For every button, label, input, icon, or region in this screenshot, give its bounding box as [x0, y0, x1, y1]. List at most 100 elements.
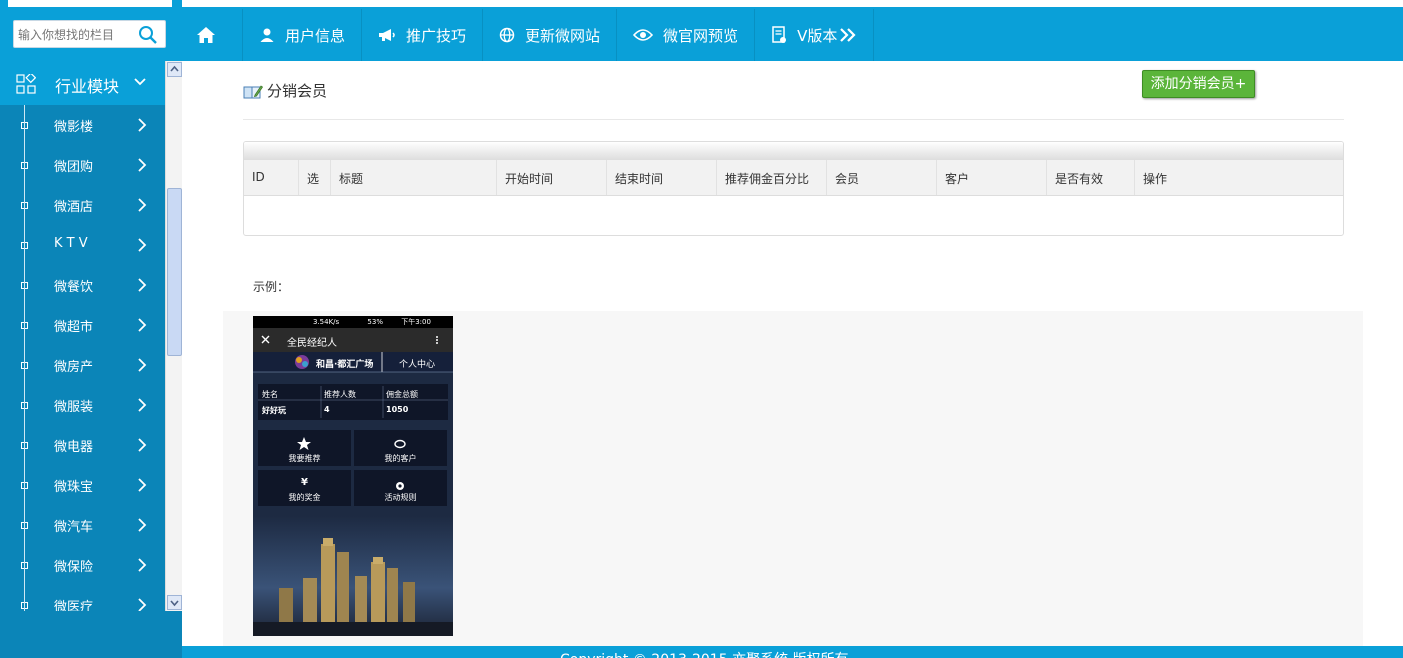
phone-th-referrals: 推荐人数 — [324, 390, 356, 399]
sidebar-bottom — [0, 611, 182, 658]
yen-icon: ¥ — [301, 477, 308, 488]
top-navbar: 用户信息 推广技巧 更新微网站 微官网预览 V版本 — [0, 9, 1403, 61]
scroll-thumb[interactable] — [167, 188, 182, 356]
col-start-time: 开始时间 — [497, 160, 607, 195]
phone-brand: 和昌·都汇广场 — [316, 360, 374, 370]
col-end-time: 结束时间 — [607, 160, 717, 195]
nav-user-info-label: 用户信息 — [285, 26, 346, 45]
sidebar-item-label: 微房产 — [54, 360, 94, 375]
eye-icon — [633, 29, 654, 41]
phone-th-commission: 佣金总额 — [386, 390, 418, 399]
footer: Copyright © 2013-2015 亦聚系统 版权所有 — [182, 646, 1403, 658]
sidebar-tree-line — [24, 105, 25, 611]
double-chevron-right-icon — [840, 28, 856, 42]
chevron-down-icon — [134, 78, 146, 86]
chevron-right-icon — [138, 318, 147, 332]
phone-btn-rules: 活动规则 — [384, 493, 417, 502]
chevron-right-icon — [138, 238, 147, 252]
phone-personal-center: 个人中心 — [399, 360, 436, 370]
top-strip-right — [182, 0, 1403, 7]
sidebar-item-label: 微汽车 — [54, 520, 94, 535]
sidebar-item-label: 微影楼 — [54, 120, 94, 135]
page-title-text: 分销会员 — [267, 82, 328, 100]
phone-td-name: 好好玩 — [262, 406, 286, 415]
phone-network-speed: 3.54K/s — [313, 318, 340, 326]
main-nav: 用户信息 推广技巧 更新微网站 微官网预览 V版本 — [182, 9, 875, 61]
phone-th-name: 姓名 — [262, 390, 278, 399]
phone-title: 全民经纪人 — [287, 338, 337, 349]
nav-user-info[interactable]: 用户信息 — [243, 9, 363, 61]
sidebar-scrollbar[interactable] — [165, 61, 182, 611]
sidebar: 行业模块 微影楼 微团购 微酒店 K T V 微餐饮 微超市 微房产 微服装 微… — [0, 61, 182, 658]
user-icon — [260, 28, 274, 42]
chevron-right-icon — [138, 198, 147, 212]
phone-btn-recommend: 我要推荐 — [288, 454, 321, 463]
triangle-up-icon — [170, 65, 179, 72]
main-content: 分销会员 添加分销会员+ ID 选 标题 开始时间 结束时间 推荐佣金百分比 会… — [182, 61, 1403, 646]
phone-status-bar: 3.54K/s 53% 下午3:00 — [313, 317, 431, 327]
scroll-down-button[interactable] — [167, 595, 182, 610]
phone-btn-customers: 我的客户 — [384, 454, 417, 463]
nav-preview-label: 微官网预览 — [663, 26, 739, 45]
search-box — [13, 20, 166, 48]
col-valid: 是否有效 — [1047, 160, 1135, 195]
sidebar-item-label: 微保险 — [54, 560, 94, 575]
globe-icon — [499, 27, 515, 43]
triangle-down-icon — [170, 600, 179, 607]
chevron-right-icon — [138, 158, 147, 172]
col-select: 选 — [299, 160, 331, 195]
col-title: 标题 — [331, 160, 497, 195]
search-input[interactable] — [18, 26, 138, 44]
nav-update-site[interactable]: 更新微网站 — [483, 9, 618, 61]
divider — [243, 119, 1344, 120]
table-toolbar — [244, 142, 1343, 160]
chevron-right-icon — [138, 438, 147, 452]
table-header-row: ID 选 标题 开始时间 结束时间 推荐佣金百分比 会员 客户 是否有效 操作 — [244, 160, 1343, 196]
chevron-right-icon — [138, 598, 147, 611]
col-id: ID — [244, 160, 299, 195]
col-actions: 操作 — [1143, 172, 1168, 186]
sidebar-item-label: 微珠宝 — [54, 480, 94, 495]
top-strip-left — [8, 0, 172, 7]
example-label: 示例： — [253, 280, 290, 294]
content-panel: 分销会员 添加分销会员+ ID 选 标题 开始时间 结束时间 推荐佣金百分比 会… — [223, 61, 1363, 646]
col-commission-percent: 推荐佣金百分比 — [717, 160, 827, 195]
nav-preview[interactable]: 微官网预览 — [617, 9, 756, 61]
chevron-right-icon — [138, 358, 147, 372]
nav-version-label: V版本 — [797, 26, 838, 45]
sidebar-item-label: 微酒店 — [54, 200, 94, 215]
phone-td-referrals: 4 — [324, 405, 330, 414]
sidebar-item-label: 微电器 — [54, 440, 94, 455]
sidebar-item-label: 微超市 — [54, 320, 94, 335]
sidebar-item-label: 微餐饮 — [54, 280, 94, 295]
nav-home[interactable] — [182, 9, 243, 61]
nav-update-site-label: 更新微网站 — [525, 26, 601, 45]
sidebar-item-label: 微服装 — [54, 400, 94, 415]
sidebar-item-label: 微团购 — [54, 160, 94, 175]
col-member: 会员 — [827, 160, 937, 195]
chevron-right-icon — [138, 118, 147, 132]
phone-time: 下午3:00 — [401, 318, 431, 326]
sidebar-item-label: 微医疗 — [54, 600, 94, 611]
phone-battery: 53% — [367, 318, 383, 326]
chevron-right-icon — [138, 398, 147, 412]
search-icon[interactable] — [138, 25, 158, 45]
col-customer: 客户 — [937, 160, 1047, 195]
add-distribution-member-button[interactable]: 添加分销会员+ — [1142, 70, 1255, 98]
home-icon — [197, 27, 215, 43]
members-table: ID 选 标题 开始时间 结束时间 推荐佣金百分比 会员 客户 是否有效 操作 — [243, 141, 1344, 236]
phone-btn-bonus: 我的奖金 — [288, 493, 321, 502]
scroll-up-button[interactable] — [167, 62, 182, 77]
chevron-right-icon — [138, 558, 147, 572]
nav-version[interactable]: V版本 — [755, 9, 875, 61]
footer-copyright: Copyright © 2013-2015 亦聚系统 版权所有 — [560, 649, 849, 658]
top-strip — [0, 0, 1403, 9]
modules-grid-icon — [16, 74, 36, 94]
sidebar-item-label: K T V — [54, 236, 88, 251]
page-title: 分销会员 — [243, 80, 327, 101]
nav-promotion-tips-label: 推广技巧 — [406, 26, 467, 45]
sidebar-header[interactable]: 行业模块 — [0, 61, 165, 105]
nav-promotion-tips[interactable]: 推广技巧 — [362, 9, 484, 61]
sidebar-header-label: 行业模块 — [55, 77, 120, 96]
example-phone-screenshot: 3.54K/s 53% 下午3:00 全民经纪人 和昌·都汇广场 个人中心 姓名… — [253, 316, 453, 636]
